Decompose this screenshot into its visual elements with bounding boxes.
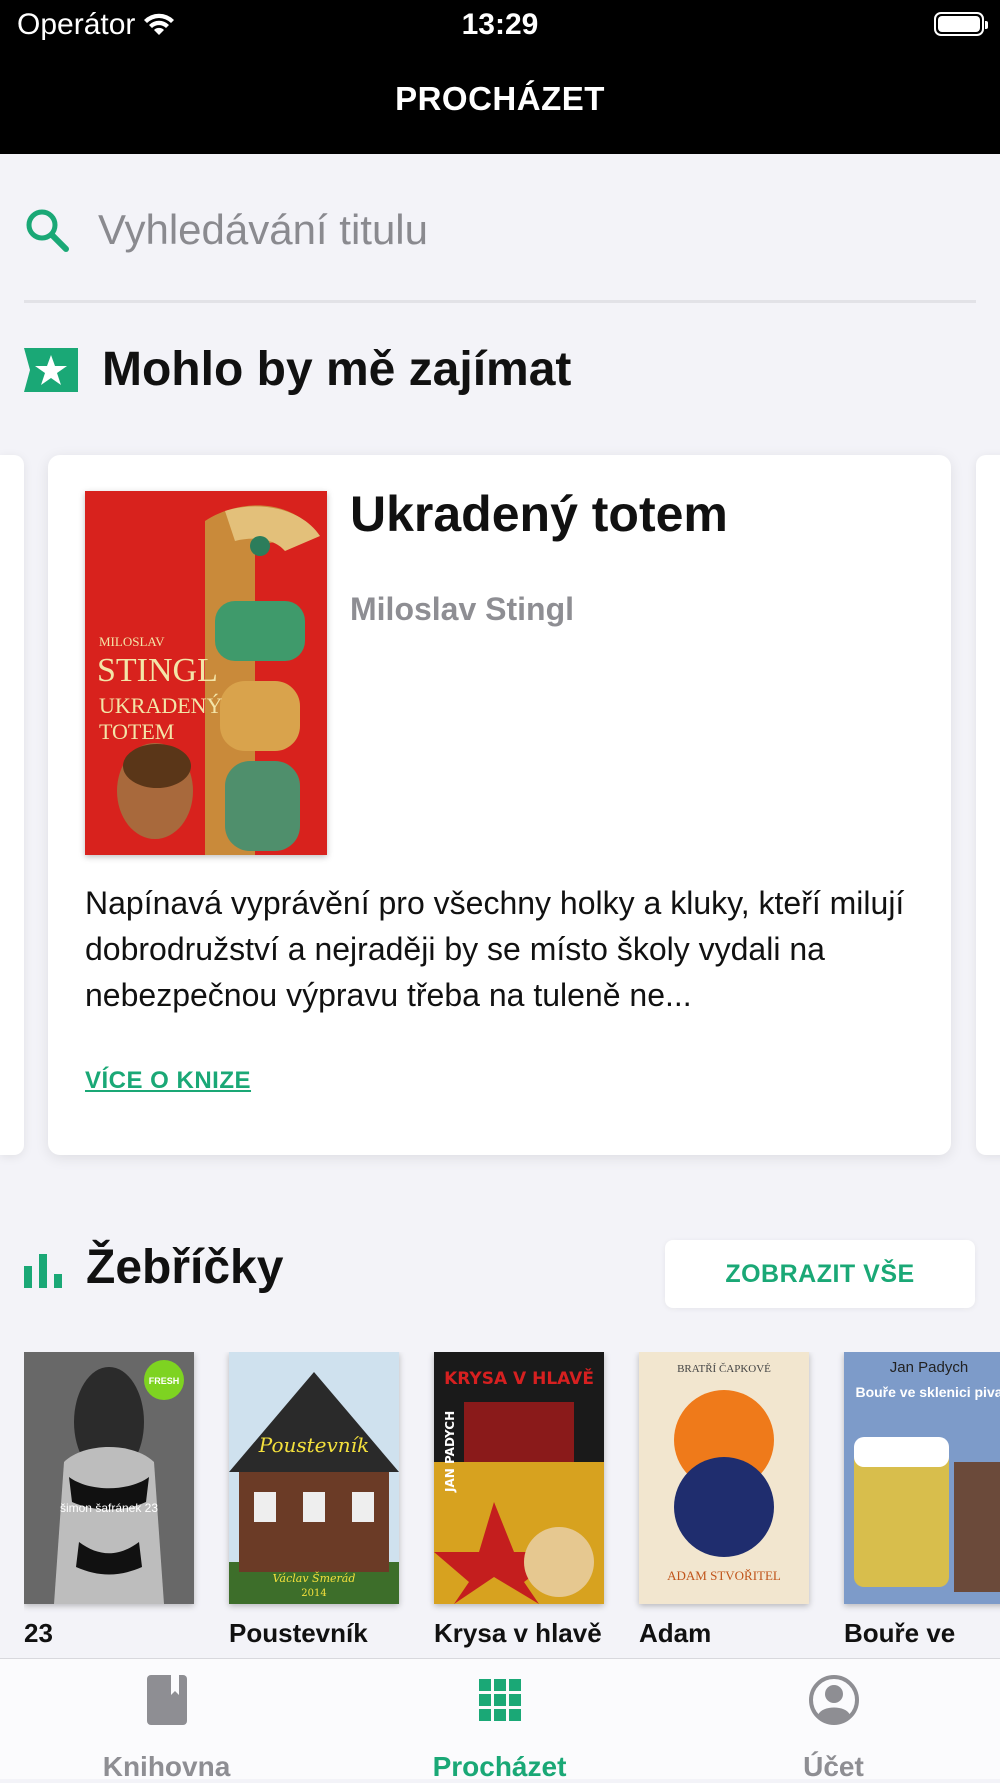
book-cover[interactable]: Poustevník Václav Šmerád 2014	[229, 1352, 399, 1604]
cover-text: šimon šafránek 23	[60, 1501, 158, 1515]
navigation-bar: Operátor 13:29 PROCHÁZET	[0, 0, 1000, 154]
previous-card[interactable]	[0, 455, 24, 1155]
cover-top: Jan Padych	[890, 1359, 968, 1376]
cover-text: Bouře ve sklenici piva	[855, 1384, 1000, 1400]
featured-book-card[interactable]: MILOSLAV STINGL UKRADENÝ TOTEM Ukradený …	[48, 455, 951, 1155]
book-label[interactable]: 23	[24, 1618, 194, 1649]
next-card[interactable]	[976, 455, 1000, 1155]
page-title: PROCHÁZET	[395, 80, 605, 117]
cover-text: ADAM STVOŘITEL	[667, 1568, 781, 1583]
account-icon	[808, 1675, 859, 1725]
charts-title: Žebříčky	[86, 1241, 284, 1294]
chart-book-5[interactable]: Jan Padych Bouře ve sklenici piva Bouře …	[844, 1352, 1000, 1649]
book-cover[interactable]: BRATŘÍ ČAPKOVÉ ADAM STVOŘITEL	[639, 1352, 809, 1604]
book-label[interactable]: Krysa v hlavě	[434, 1618, 604, 1649]
tab-label: Procházet	[432, 1751, 567, 1782]
search-bar[interactable]	[24, 190, 974, 270]
cover-title-1: UKRADENÝ	[99, 693, 223, 718]
book-icon	[146, 1675, 187, 1725]
book-title[interactable]: Ukradený totem	[350, 485, 728, 543]
fresh-badge: FRESH	[149, 1376, 180, 1386]
cover-author: STINGL	[97, 652, 218, 689]
search-icon	[26, 209, 69, 252]
tab-account[interactable]: Účet	[667, 1659, 1000, 1782]
book-cover[interactable]: Jan Padych Bouře ve sklenici piva	[844, 1352, 1000, 1604]
recommend-title: Mohlo by mě zajímat	[102, 343, 572, 396]
cover-sub: Václav Šmerád	[273, 1571, 356, 1585]
book-cover[interactable]: MILOSLAV STINGL UKRADENÝ TOTEM	[85, 491, 327, 855]
tab-bar: Knihovna Procházet Účet	[0, 1658, 1000, 1782]
book-description: Napínavá vyprávění pro všechny holky a k…	[85, 885, 905, 1013]
cover-title-2: TOTEM	[99, 719, 174, 744]
chart-book-2[interactable]: Poustevník Václav Šmerád 2014 Poustevník	[229, 1352, 399, 1649]
cover-text: Poustevník	[258, 1433, 369, 1457]
book-cover[interactable]: FRESH šimon šafránek 23	[24, 1352, 194, 1604]
tab-label: Účet	[803, 1751, 864, 1782]
charts-header: Žebříčky	[24, 1240, 283, 1295]
tab-label: Knihovna	[102, 1751, 231, 1782]
book-cover[interactable]: KRYSA V HLAVĚ JAN PADYCH	[434, 1352, 604, 1604]
star-badge-icon	[24, 347, 78, 392]
book-label[interactable]: Bouře ve	[844, 1618, 1000, 1649]
more-about-book-link[interactable]: VÍCE O KNIZE	[85, 1067, 251, 1095]
chart-book-3[interactable]: KRYSA V HLAVĚ JAN PADYCH Krysa v hlavě	[434, 1352, 604, 1649]
cover-text: KRYSA V HLAVĚ	[444, 1367, 594, 1389]
status-time: 13:29	[461, 8, 539, 41]
bar-chart-icon	[24, 1253, 62, 1288]
cover-top: BRATŘÍ ČAPKOVÉ	[677, 1363, 771, 1375]
search-input[interactable]	[96, 205, 960, 255]
book-label[interactable]: Poustevník	[229, 1618, 399, 1649]
cover-author-small: MILOSLAV	[99, 634, 165, 649]
search-divider	[24, 300, 976, 303]
cover-year: 2014	[301, 1588, 326, 1599]
grid-icon	[478, 1679, 521, 1721]
cover-side: JAN PADYCH	[443, 1411, 457, 1493]
book-label[interactable]: Adam	[639, 1618, 809, 1649]
book-author[interactable]: Miloslav Stingl	[350, 591, 574, 628]
tab-browse[interactable]: Procházet	[333, 1659, 666, 1782]
battery-icon	[934, 12, 988, 36]
chart-book-1[interactable]: FRESH šimon šafránek 23 23	[24, 1352, 194, 1649]
chart-book-4[interactable]: BRATŘÍ ČAPKOVÉ ADAM STVOŘITEL Adam	[639, 1352, 809, 1649]
charts-book-list: FRESH šimon šafránek 23 23 Poustevník Vá…	[24, 1352, 1000, 1652]
tab-library[interactable]: Knihovna	[0, 1659, 333, 1782]
recommend-header: Mohlo by mě zajímat	[24, 342, 571, 397]
show-all-button[interactable]: ZOBRAZIT VŠE	[665, 1240, 975, 1308]
